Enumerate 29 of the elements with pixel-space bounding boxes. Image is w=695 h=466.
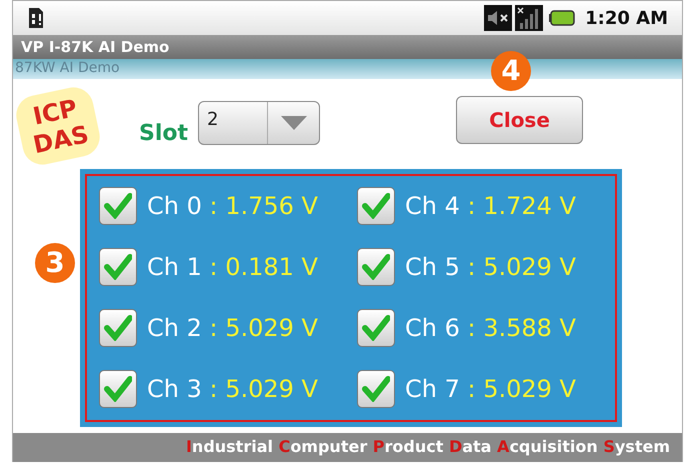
channel-reading: Ch 6 : 3.588 V [405, 313, 576, 344]
checkbox[interactable] [357, 187, 395, 226]
checkbox[interactable] [357, 370, 395, 408]
checkbox[interactable] [357, 309, 395, 348]
checkbox[interactable] [357, 248, 395, 286]
channel-reading: Ch 7 : 5.029 V [405, 374, 576, 406]
channel-reading: Ch 4 : 1.724 V [405, 191, 576, 222]
channel-reading: Ch 2 : 5.029 V [147, 313, 318, 344]
callout-marker: 3 [35, 242, 75, 283]
muted-speaker-icon [484, 5, 512, 32]
slot-dropdown[interactable]: 2 [198, 100, 320, 145]
channel-reading: Ch 3 : 5.029 V [147, 374, 318, 406]
channel-reading: Ch 5 : 5.029 V [405, 252, 576, 284]
battery-icon [549, 10, 576, 26]
footer-text: Industrial Computer Product Data Acquisition System [186, 436, 670, 458]
no-signal-icon [515, 5, 544, 32]
channel-reading: Ch 1 : 0.181 V [147, 252, 318, 284]
banner-title: 87KW AI Demo [15, 59, 120, 78]
checkbox[interactable] [99, 248, 137, 286]
window-title: VP I-87K AI Demo [21, 36, 170, 58]
slot-label: Slot [139, 120, 188, 148]
sim-card-icon [27, 6, 45, 30]
clock-time: 1:20 AM [585, 6, 668, 31]
checkbox[interactable] [99, 370, 137, 408]
dropdown-arrow-icon [280, 116, 307, 130]
checkbox[interactable] [99, 187, 137, 226]
close-button[interactable]: Close [456, 96, 584, 144]
checkbox[interactable] [99, 309, 137, 348]
channel-reading: Ch 0 : 1.756 V [147, 191, 318, 222]
